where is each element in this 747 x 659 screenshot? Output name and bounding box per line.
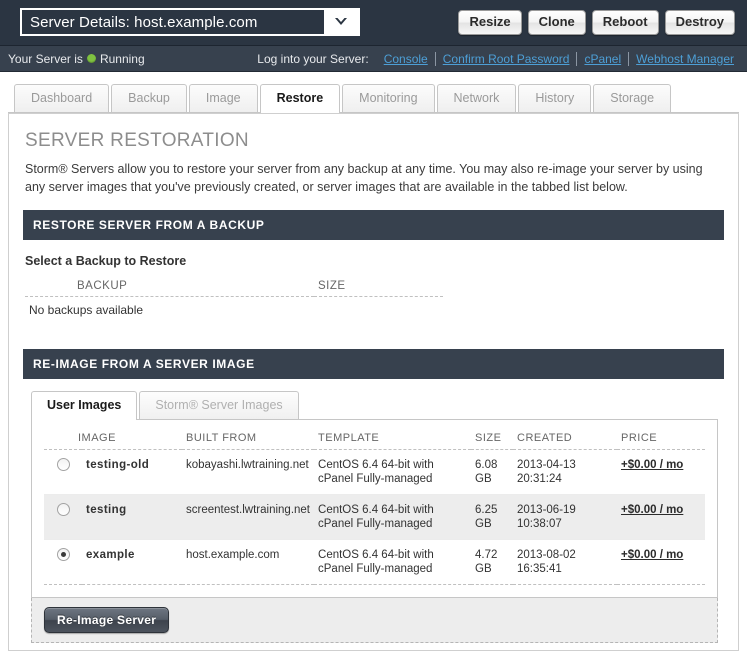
- image-price-cell: +$0.00 / mo: [617, 494, 705, 540]
- image-col-built-from: BUILT FROM: [182, 430, 315, 450]
- image-size: 4.72 GB: [471, 539, 513, 585]
- server-status-bar: Your Server is Running Log into your Ser…: [0, 46, 747, 72]
- main-tab-strip: Dashboard Backup Image Restore Monitorin…: [8, 82, 739, 113]
- image-col-price: PRICE: [617, 430, 705, 450]
- backup-col-size: SIZE: [313, 280, 443, 297]
- resize-button[interactable]: Resize: [458, 10, 522, 35]
- image-price-link[interactable]: +$0.00 / mo: [621, 459, 683, 471]
- table-row[interactable]: testing-old kobayashi.lwtraining.net Cen…: [44, 449, 705, 495]
- backup-empty-message: No backups available: [29, 303, 144, 317]
- select-backup-label: Select a Backup to Restore: [25, 254, 187, 268]
- backup-table: BACKUP SIZE No backups available: [25, 280, 443, 323]
- clone-button[interactable]: Clone: [527, 10, 586, 35]
- restore-content: SERVER RESTORATION Storm® Servers allow …: [9, 114, 738, 379]
- image-built-from: screentest.lwtraining.net: [182, 494, 315, 540]
- page-title: SERVER RESTORATION: [25, 130, 249, 151]
- page-container: Dashboard Backup Image Restore Monitorin…: [0, 72, 747, 659]
- confirm-root-password-link[interactable]: Confirm Root Password: [436, 52, 577, 66]
- cpanel-link[interactable]: cPanel: [577, 52, 628, 66]
- backup-table-header-row: BACKUP SIZE: [25, 280, 443, 297]
- tab-dashboard[interactable]: Dashboard: [14, 84, 110, 112]
- image-table-header-row: IMAGE BUILT FROM TEMPLATE SIZE CREATED P…: [44, 430, 705, 450]
- server-details-dropdown[interactable]: Server Details: host.example.com: [20, 8, 360, 36]
- image-created: 2013-08-02 16:35:41: [513, 539, 617, 585]
- table-row[interactable]: testing screentest.lwtraining.net CentOS…: [44, 494, 705, 540]
- image-list-panel: IMAGE BUILT FROM TEMPLATE SIZE CREATED P…: [31, 419, 718, 598]
- tab-user-images[interactable]: User Images: [31, 391, 138, 420]
- server-login-links: Log into your Server: Console Confirm Ro…: [257, 51, 741, 66]
- image-col-image: IMAGE: [44, 430, 182, 450]
- image-col-template: TEMPLATE: [314, 430, 471, 450]
- reimage-header: RE-IMAGE FROM A SERVER IMAGE: [23, 349, 724, 379]
- image-created: 2013-04-13 20:31:24: [513, 449, 617, 495]
- image-price-cell: +$0.00 / mo: [617, 539, 705, 585]
- login-links-label: Log into your Server:: [257, 51, 369, 66]
- image-price-link[interactable]: +$0.00 / mo: [621, 549, 683, 561]
- tab-image[interactable]: Image: [188, 84, 258, 112]
- reboot-button[interactable]: Reboot: [591, 10, 659, 35]
- image-col-created: CREATED: [513, 430, 617, 450]
- radio-button-icon[interactable]: [56, 503, 70, 517]
- tab-network[interactable]: Network: [436, 84, 517, 112]
- tab-backup[interactable]: Backup: [111, 84, 187, 112]
- server-action-buttons: Resize Clone Reboot Destroy: [458, 10, 735, 35]
- image-price-cell: +$0.00 / mo: [617, 449, 705, 495]
- tab-history[interactable]: History: [518, 84, 592, 112]
- image-size: 6.25 GB: [471, 494, 513, 540]
- image-built-from: host.example.com: [182, 539, 315, 585]
- image-source-tab-strip: User Images Storm® Server Images: [9, 391, 738, 420]
- webhost-manager-link[interactable]: Webhost Manager: [629, 52, 741, 66]
- radio-button-icon[interactable]: [56, 458, 70, 472]
- restore-panel: SERVER RESTORATION Storm® Servers allow …: [8, 113, 739, 651]
- image-size: 6.08 GB: [471, 449, 513, 495]
- tab-monitoring[interactable]: Monitoring: [342, 84, 435, 112]
- radio-button-icon[interactable]: [56, 548, 70, 562]
- image-template: CentOS 6.4 64-bit with cPanel Fully-mana…: [314, 539, 471, 585]
- image-radio-cell[interactable]: [44, 494, 82, 540]
- backup-empty-row: No backups available: [25, 297, 443, 324]
- backup-col-backup: BACKUP: [25, 280, 314, 297]
- image-created: 2013-06-19 10:38:07: [513, 494, 617, 540]
- image-price-link[interactable]: +$0.00 / mo: [621, 504, 683, 516]
- reimage-action-strip: Re-Image Server: [31, 598, 718, 643]
- image-name: testing-old: [82, 449, 182, 495]
- tab-storm-server-images[interactable]: Storm® Server Images: [139, 391, 299, 419]
- image-radio-cell[interactable]: [44, 449, 82, 495]
- image-name: testing: [82, 494, 182, 540]
- status-indicator-icon: [86, 54, 96, 63]
- tab-restore[interactable]: Restore: [259, 84, 341, 113]
- image-template: CentOS 6.4 64-bit with cPanel Fully-mana…: [314, 449, 471, 495]
- image-col-size: SIZE: [471, 430, 513, 450]
- server-status-value: Running: [99, 51, 145, 66]
- console-link[interactable]: Console: [377, 52, 435, 66]
- re-image-server-button[interactable]: Re-Image Server: [44, 607, 170, 633]
- image-template: CentOS 6.4 64-bit with cPanel Fully-mana…: [314, 494, 471, 540]
- server-status-prefix: Your Server is: [8, 51, 83, 66]
- destroy-button[interactable]: Destroy: [664, 10, 735, 35]
- server-image-table: IMAGE BUILT FROM TEMPLATE SIZE CREATED P…: [44, 430, 705, 585]
- top-header-bar: Server Details: host.example.com Resize …: [0, 0, 747, 46]
- image-built-from: kobayashi.lwtraining.net: [182, 449, 315, 495]
- backup-table-wrapper: BACKUP SIZE No backups available: [25, 280, 443, 323]
- tab-storage[interactable]: Storage: [593, 84, 672, 112]
- image-name: example: [82, 539, 182, 585]
- server-details-dropdown-value: Server Details: host.example.com: [30, 13, 258, 31]
- page-description: Storm® Servers allow you to restore your…: [25, 162, 703, 194]
- table-row[interactable]: example host.example.com CentOS 6.4 64-b…: [44, 539, 705, 585]
- chevron-down-icon[interactable]: [324, 10, 358, 34]
- server-status: Your Server is Running: [0, 52, 145, 66]
- restore-from-backup-header: RESTORE SERVER FROM A BACKUP: [23, 210, 724, 240]
- image-radio-cell[interactable]: [44, 539, 82, 585]
